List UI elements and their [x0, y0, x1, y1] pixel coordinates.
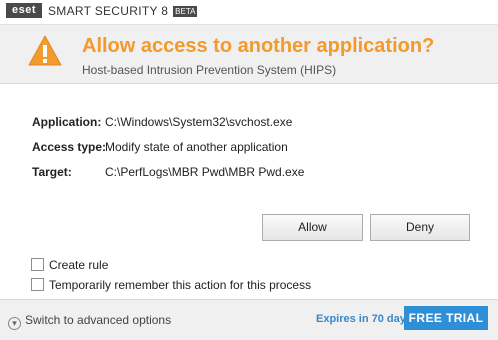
title-bar: eset SMART SECURITY 8 BETA: [0, 0, 498, 24]
free-trial-button[interactable]: FREE TRIAL: [404, 306, 488, 330]
remember-action-checkbox[interactable]: [31, 278, 44, 291]
app-name: SMART SECURITY 8: [48, 4, 169, 18]
application-value: C:\Windows\System32\svchost.exe: [105, 115, 293, 129]
target-row: Target: C:\PerfLogs\MBR Pwd\MBR Pwd.exe: [32, 165, 304, 179]
create-rule-option[interactable]: Create rule: [31, 258, 108, 272]
dialog-footer: ▾ Switch to advanced options Expires in 7…: [0, 299, 498, 340]
remember-action-option[interactable]: Temporarily remember this action for thi…: [31, 278, 311, 292]
create-rule-label: Create rule: [49, 258, 109, 272]
advanced-options-label: Switch to advanced options: [25, 313, 172, 327]
dialog-header: Allow access to another application? Hos…: [0, 24, 498, 84]
chevron-down-icon: ▾: [8, 317, 21, 330]
warning-triangle-icon: [28, 35, 62, 66]
expiration-notice[interactable]: Expires in 70 days: [316, 313, 412, 326]
access-type-label: Access type:: [32, 140, 107, 154]
application-row: Application: C:\Windows\System32\svchost.…: [32, 115, 292, 129]
eset-logo: eset: [6, 3, 42, 18]
dialog-subtitle: Host-based Intrusion Prevention System (…: [82, 63, 337, 77]
create-rule-checkbox[interactable]: [31, 258, 44, 271]
dialog-title: Allow access to another application?: [82, 35, 435, 57]
deny-button[interactable]: Deny: [370, 214, 470, 241]
remember-action-label: Temporarily remember this action for thi…: [49, 278, 312, 292]
access-type-row: Access type:Modify state of another appl…: [32, 140, 288, 154]
target-value: C:\PerfLogs\MBR Pwd\MBR Pwd.exe: [105, 165, 305, 179]
access-type-value: Modify state of another application: [105, 140, 288, 154]
advanced-options-link[interactable]: ▾ Switch to advanced options: [8, 313, 171, 330]
application-label: Application:: [32, 115, 102, 129]
allow-button[interactable]: Allow: [262, 214, 363, 241]
target-label: Target:: [32, 165, 72, 179]
beta-badge: BETA: [173, 6, 198, 17]
app-title: SMART SECURITY 8 BETA: [48, 4, 198, 18]
